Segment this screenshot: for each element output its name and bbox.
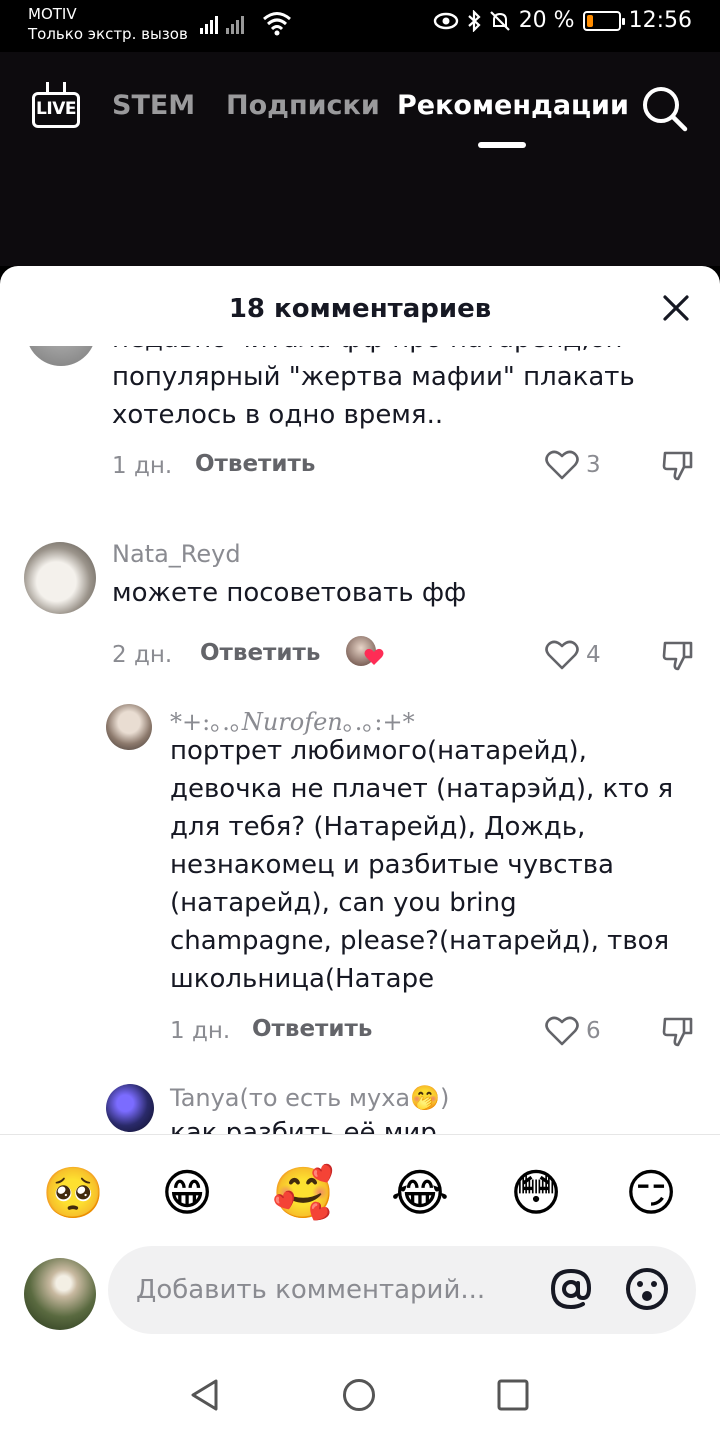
avatar[interactable] (24, 542, 96, 614)
emoji-flushed-button[interactable]: 😳 (506, 1163, 566, 1223)
comment-text-partial: как разбить её мир (170, 1118, 437, 1134)
wifi-icon (263, 12, 291, 36)
top-navigation: LIVE STEM Подписки Рекомендации (0, 52, 720, 266)
username[interactable]: Nata_Reyd (112, 540, 241, 568)
home-icon[interactable] (342, 1378, 376, 1412)
recents-icon[interactable] (496, 1378, 530, 1412)
comment-time: 1 дн. (170, 1018, 231, 1044)
comment-input[interactable] (108, 1246, 696, 1334)
comment-text: можете посоветовать фф (112, 578, 467, 608)
battery-percent: 20 % (518, 8, 575, 33)
username[interactable]: Tanya(то есть муха🤭) (170, 1084, 449, 1112)
carrier-label: MOTIV (28, 5, 77, 23)
system-navigation-bar (0, 1348, 720, 1440)
emoji-hearts-button[interactable]: 🥰 (272, 1163, 334, 1223)
my-avatar (24, 1258, 96, 1330)
clock: 12:56 (628, 8, 692, 33)
comment-time: 1 дн. (112, 453, 173, 479)
comment-text: популярный "жертва мафии" плакать хотело… (112, 362, 635, 430)
comment-composer (0, 1244, 720, 1344)
emoji-grin-button[interactable]: 😁 (157, 1163, 217, 1223)
heart-badge-icon (364, 648, 384, 665)
eye-icon (433, 12, 458, 29)
emergency-calls-label: Только экстр. вызов (28, 25, 188, 43)
comment-text: портрет любимого(натарейд), девочка не п… (170, 736, 674, 994)
tab-subscriptions[interactable]: Подписки (226, 90, 380, 121)
close-icon[interactable] (660, 292, 692, 324)
comments-count-title: 18 комментариев (228, 294, 492, 324)
comments-list[interactable]: недавно читала фф про натарейд,он популя… (0, 346, 720, 1134)
heart-icon[interactable] (545, 1016, 579, 1046)
heart-icon[interactable] (545, 450, 579, 480)
reply-button[interactable]: Ответить (252, 1016, 372, 1042)
live-label: LIVE (36, 99, 76, 119)
reply-button[interactable]: Ответить (195, 451, 315, 477)
emoji-laugh-button[interactable]: 😂 (390, 1163, 450, 1223)
heart-icon[interactable] (545, 640, 579, 670)
back-icon[interactable] (188, 1378, 222, 1412)
quick-emoji-bar: 🥺 😁 🥰 😂 😳 😏 (0, 1134, 720, 1244)
dislike-icon[interactable] (662, 1016, 694, 1048)
avatar[interactable] (106, 704, 152, 750)
comment-time: 2 дн. (112, 642, 173, 668)
bluetooth-icon (467, 9, 481, 32)
creator-liked-badge (346, 636, 386, 670)
emoji-pleading-button[interactable]: 🥺 (42, 1163, 104, 1223)
comments-sheet: 18 комментариев недавно читала фф про на… (0, 266, 720, 1440)
emoji-picker-icon[interactable] (624, 1266, 670, 1312)
live-button[interactable]: LIVE (32, 82, 80, 132)
tab-recommendations[interactable]: Рекомендации (397, 90, 629, 121)
search-icon[interactable] (640, 84, 688, 132)
mention-icon[interactable] (548, 1266, 594, 1312)
battery-icon (582, 10, 625, 31)
like-count: 3 (586, 452, 601, 478)
reply-button[interactable]: Ответить (200, 640, 320, 666)
active-tab-indicator (478, 142, 526, 148)
emoji-smirk-button[interactable]: 😏 (621, 1163, 681, 1223)
comment-text-partial: недавно читала фф про натарейд,он (112, 346, 623, 358)
mute-bell-icon (489, 10, 510, 31)
tab-stem[interactable]: STEM (112, 90, 195, 121)
like-count: 4 (586, 642, 601, 668)
dislike-icon[interactable] (662, 450, 694, 482)
avatar[interactable] (26, 346, 96, 366)
avatar[interactable] (106, 1084, 154, 1132)
signal-icon (200, 12, 244, 34)
like-count: 6 (586, 1018, 601, 1044)
dislike-icon[interactable] (662, 640, 694, 672)
status-bar: MOTIV Только экстр. вызов 20 % 12:56 (0, 0, 720, 52)
